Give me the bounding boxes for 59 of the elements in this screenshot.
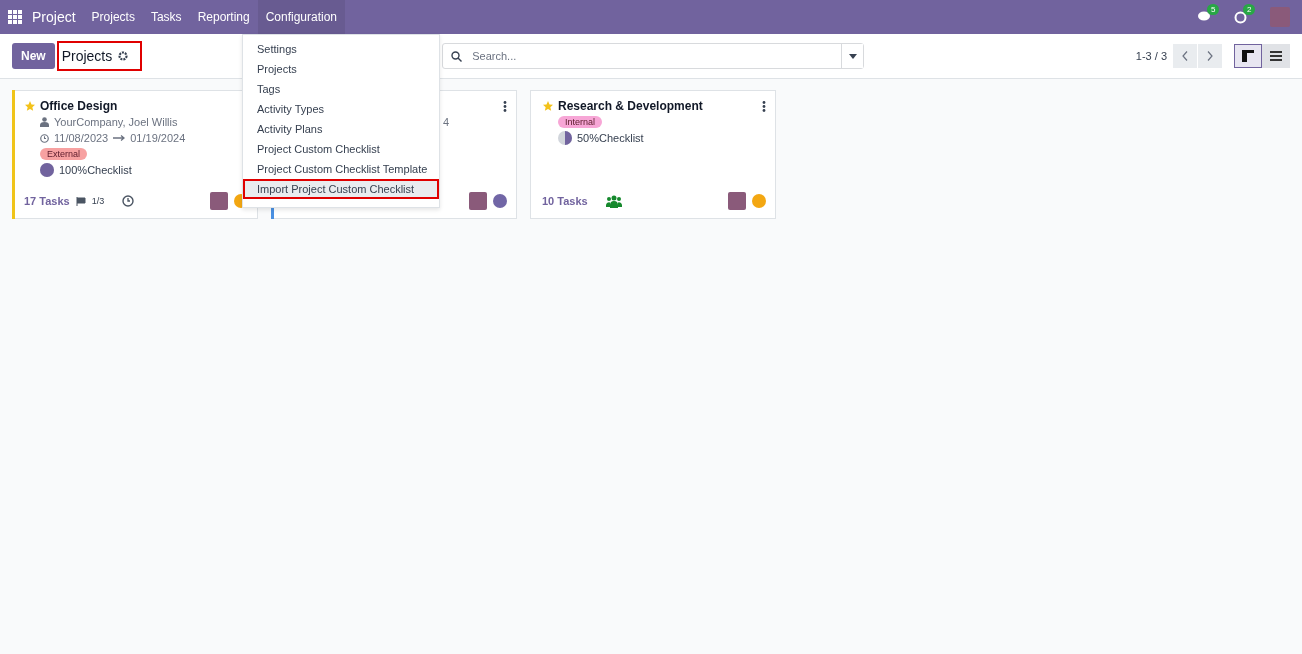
kebab-menu-icon[interactable] [503, 100, 507, 112]
nav-menu-item[interactable]: Projects [83, 0, 143, 34]
dropdown-menu-item[interactable]: Tags [243, 79, 439, 99]
person-icon [40, 117, 49, 127]
team-icon[interactable] [605, 194, 622, 208]
search-options-toggle[interactable] [841, 44, 864, 68]
activity-count-badge: 2 [1243, 4, 1256, 15]
dropdown-menu-item[interactable]: Project Custom Checklist Template [243, 159, 439, 179]
status-dot[interactable] [493, 194, 507, 208]
dropdown-menu-item[interactable]: Import Project Custom Checklist [243, 179, 439, 199]
star-icon[interactable] [542, 100, 554, 112]
kebab-menu-icon[interactable] [762, 100, 766, 112]
breadcrumb-title[interactable]: Projects [61, 48, 113, 64]
nav-menu-item[interactable]: Tasks [142, 0, 190, 34]
pager-text: 1-3 / 3 [1135, 50, 1167, 62]
dropdown-menu-item[interactable]: Activity Plans [243, 119, 439, 139]
tag: Internal [558, 116, 603, 128]
customer-text: YourCompany, Joel Willis [54, 116, 178, 128]
view-switch-button[interactable] [1234, 44, 1262, 68]
project-title: Research & Development [558, 99, 703, 113]
progress-pie-icon [40, 163, 54, 177]
tasks-link[interactable]: 10 Tasks [542, 195, 588, 207]
settings-icon[interactable] [118, 51, 129, 61]
star-icon[interactable] [24, 100, 36, 112]
nav-menu-item[interactable]: Reporting [189, 0, 258, 34]
tag: External [40, 148, 88, 160]
clock-icon[interactable] [122, 195, 135, 207]
arrow-icon [113, 135, 126, 141]
search-icon [451, 50, 463, 62]
project-card[interactable]: Office Design YourCompany, Joel Willis 11/08/2023 01/19/2024 External 100%Checklist 17 Tasks 1/3 [12, 90, 258, 219]
apps-grid-icon[interactable] [8, 10, 22, 24]
checklist-progress-text: 100%Checklist [59, 164, 132, 176]
end-date: 01/19/2024 [130, 132, 186, 144]
dropdown-menu-item[interactable]: Activity Types [243, 99, 439, 119]
caret-icon [848, 53, 857, 59]
message-count-badge: 5 [1207, 4, 1220, 15]
list-icon [1270, 51, 1282, 61]
app-name[interactable]: Project [30, 9, 84, 25]
status-dot[interactable] [752, 194, 766, 208]
date-text: 4 [443, 116, 450, 128]
flag-icon [75, 196, 86, 206]
project-card[interactable]: Research & Development Internal 50%Checklist 10 Tasks [530, 90, 776, 219]
clock-icon [40, 133, 49, 143]
chat-icon[interactable] [1198, 11, 1212, 23]
dropdown-menu-item[interactable]: Settings [243, 39, 439, 59]
progress-pie-icon [558, 131, 572, 145]
checklist-progress-text: 50%Checklist [577, 132, 644, 144]
nav-menu-item[interactable]: Configuration [257, 0, 346, 34]
dropdown-menu-item[interactable]: Projects [243, 59, 439, 79]
kanban-icon [1242, 50, 1254, 62]
start-date: 11/08/2023 [54, 132, 109, 144]
chevron-left-icon [1182, 51, 1188, 61]
project-title: Office Design [40, 99, 118, 113]
search-bar[interactable]: Search... [442, 43, 865, 69]
dropdown-menu-item[interactable]: Project Custom Checklist [243, 139, 439, 159]
milestone-count: 1/3 [91, 196, 105, 206]
tasks-link[interactable]: 17 Tasks [24, 195, 70, 207]
new-button[interactable]: New [12, 43, 55, 69]
chevron-right-icon [1207, 51, 1213, 61]
